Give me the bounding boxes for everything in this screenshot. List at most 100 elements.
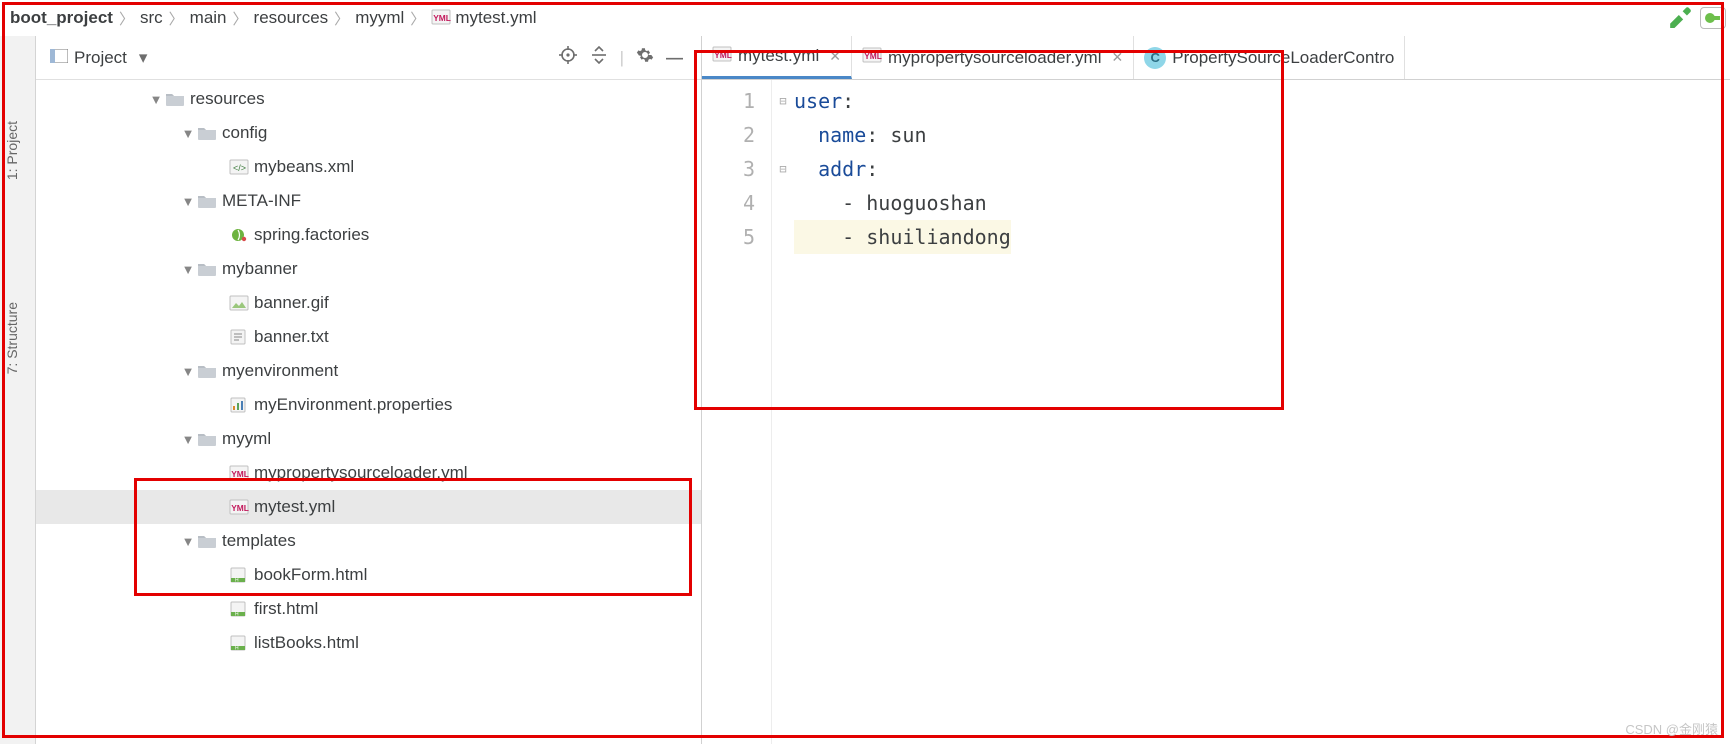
- folder-icon: [196, 533, 218, 549]
- img-icon: [228, 295, 250, 311]
- project-view-icon: [50, 48, 68, 68]
- close-icon[interactable]: ✕: [829, 48, 841, 65]
- editor-tab-label: mypropertysourceloader.yml: [888, 48, 1102, 68]
- tree-item-label: mypropertysourceloader.yml: [250, 463, 468, 483]
- gear-icon[interactable]: [636, 46, 654, 69]
- tree-item-label: first.html: [250, 599, 318, 619]
- tree-folder[interactable]: ▼ myenvironment: [36, 354, 701, 388]
- breadcrumb-item[interactable]: src: [134, 8, 169, 28]
- project-panel-header: Project ▾ | —: [36, 36, 701, 80]
- tree-item-label: templates: [218, 531, 296, 551]
- code-line[interactable]: user:: [794, 84, 1011, 118]
- tree-file[interactable]: HbookForm.html: [36, 558, 701, 592]
- class-icon: C: [1144, 47, 1166, 69]
- hide-icon[interactable]: —: [666, 48, 683, 68]
- twisty-icon[interactable]: ▼: [148, 92, 164, 107]
- line-number: 4: [702, 186, 755, 220]
- svg-text:YML: YML: [714, 50, 732, 60]
- tree-file[interactable]: banner.txt: [36, 320, 701, 354]
- side-tab-project[interactable]: 1: Project: [4, 121, 20, 180]
- html-icon: H: [228, 567, 250, 583]
- editor-tab[interactable]: YML mytest.yml ✕: [702, 36, 852, 79]
- folder-icon: [196, 261, 218, 277]
- html-icon: H: [228, 635, 250, 651]
- tree-folder[interactable]: ▼ templates: [36, 524, 701, 558]
- tool-window-bar: 1: Project 7: Structure: [0, 36, 36, 744]
- tree-file[interactable]: banner.gif: [36, 286, 701, 320]
- twisty-icon[interactable]: ▼: [180, 194, 196, 209]
- fold-marker: [772, 220, 794, 254]
- chevron-down-icon[interactable]: ▾: [139, 48, 148, 68]
- code-line[interactable]: - huoguoshan: [794, 186, 1011, 220]
- yml-icon: YML: [712, 46, 732, 67]
- tree-folder[interactable]: ▼ config: [36, 116, 701, 150]
- code-line[interactable]: - shuiliandong: [794, 220, 1011, 254]
- line-number: 3: [702, 152, 755, 186]
- fold-marker: [772, 186, 794, 220]
- tree-folder[interactable]: ▼ mybanner: [36, 252, 701, 286]
- breadcrumb-item[interactable]: myyml: [349, 8, 410, 28]
- twisty-icon[interactable]: ▼: [180, 534, 196, 549]
- tree-file[interactable]: spring.factories: [36, 218, 701, 252]
- breadcrumb-item[interactable]: main: [184, 8, 233, 28]
- fold-column[interactable]: ⊟⊟: [772, 80, 794, 744]
- fold-marker[interactable]: ⊟: [772, 84, 794, 118]
- yml-icon: YML: [431, 9, 451, 25]
- editor-tab-label: mytest.yml: [738, 46, 819, 66]
- svg-text:H: H: [235, 578, 239, 584]
- tree-file[interactable]: YMLmypropertysourceloader.yml: [36, 456, 701, 490]
- tree-item-label: banner.gif: [250, 293, 329, 313]
- editor-tab-label: PropertySourceLoaderContro: [1172, 48, 1394, 68]
- editor-tab[interactable]: YML mypropertysourceloader.yml ✕: [852, 36, 1134, 79]
- code-editor[interactable]: 12345 ⊟⊟ user: name: sun addr: - huoguos…: [702, 80, 1730, 744]
- twisty-icon[interactable]: ▼: [180, 364, 196, 379]
- yml-icon: YML: [228, 465, 250, 481]
- breadcrumb-item[interactable]: resources: [248, 8, 335, 28]
- tree-item-label: banner.txt: [250, 327, 329, 347]
- project-tree[interactable]: ▼ resources ▼ config </>mybeans.xml▼META-INF…: [36, 80, 701, 744]
- folder-icon: [196, 125, 218, 141]
- twisty-icon[interactable]: ▼: [180, 432, 196, 447]
- tree-file[interactable]: YMLmytest.yml: [36, 490, 701, 524]
- breadcrumb: boot_project〉src〉main〉resources〉myyml〉YM…: [0, 0, 1730, 36]
- tree-item-label: spring.factories: [250, 225, 369, 245]
- yml-icon: YML: [862, 47, 882, 68]
- tree-item-label: myEnvironment.properties: [250, 395, 452, 415]
- tree-item-label: bookForm.html: [250, 565, 367, 585]
- fold-marker: [772, 118, 794, 152]
- side-tab-structure[interactable]: 7: Structure: [4, 302, 20, 374]
- run-config-icon[interactable]: [1700, 7, 1726, 29]
- tree-file[interactable]: Hfirst.html: [36, 592, 701, 626]
- tree-item-label: mybanner: [218, 259, 298, 279]
- tree-folder[interactable]: ▼META-INF: [36, 184, 701, 218]
- build-icon[interactable]: [1668, 2, 1694, 33]
- code-line[interactable]: name: sun: [794, 118, 1011, 152]
- line-number: 1: [702, 84, 755, 118]
- breadcrumb-item[interactable]: YMLmytest.yml: [425, 8, 542, 28]
- locate-icon[interactable]: [558, 45, 578, 70]
- tree-file[interactable]: </>mybeans.xml: [36, 150, 701, 184]
- tree-item-label: myenvironment: [218, 361, 338, 381]
- breadcrumb-item[interactable]: boot_project: [4, 8, 119, 28]
- tree-item-label: mytest.yml: [250, 497, 335, 517]
- txt-icon: [228, 329, 250, 345]
- tree-file[interactable]: HlistBooks.html: [36, 626, 701, 660]
- twisty-icon[interactable]: ▼: [180, 126, 196, 141]
- tree-file[interactable]: myEnvironment.properties: [36, 388, 701, 422]
- collapse-all-icon[interactable]: [590, 46, 608, 69]
- twisty-icon[interactable]: ▼: [180, 262, 196, 277]
- editor-tab[interactable]: C PropertySourceLoaderContro: [1134, 36, 1405, 79]
- tree-folder[interactable]: ▼ resources: [36, 82, 701, 116]
- svg-text:H: H: [235, 646, 239, 652]
- fold-marker[interactable]: ⊟: [772, 152, 794, 186]
- spring-icon: [228, 227, 250, 243]
- tree-item-label: listBooks.html: [250, 633, 359, 653]
- svg-text:YML: YML: [231, 469, 249, 479]
- close-icon[interactable]: ✕: [1112, 49, 1124, 66]
- tree-folder[interactable]: ▼myyml: [36, 422, 701, 456]
- tree-item-label: resources: [186, 89, 265, 109]
- svg-text:YML: YML: [434, 13, 452, 23]
- folder-icon: [196, 363, 218, 379]
- code-line[interactable]: addr:: [794, 152, 1011, 186]
- tree-item-label: config: [218, 123, 267, 143]
